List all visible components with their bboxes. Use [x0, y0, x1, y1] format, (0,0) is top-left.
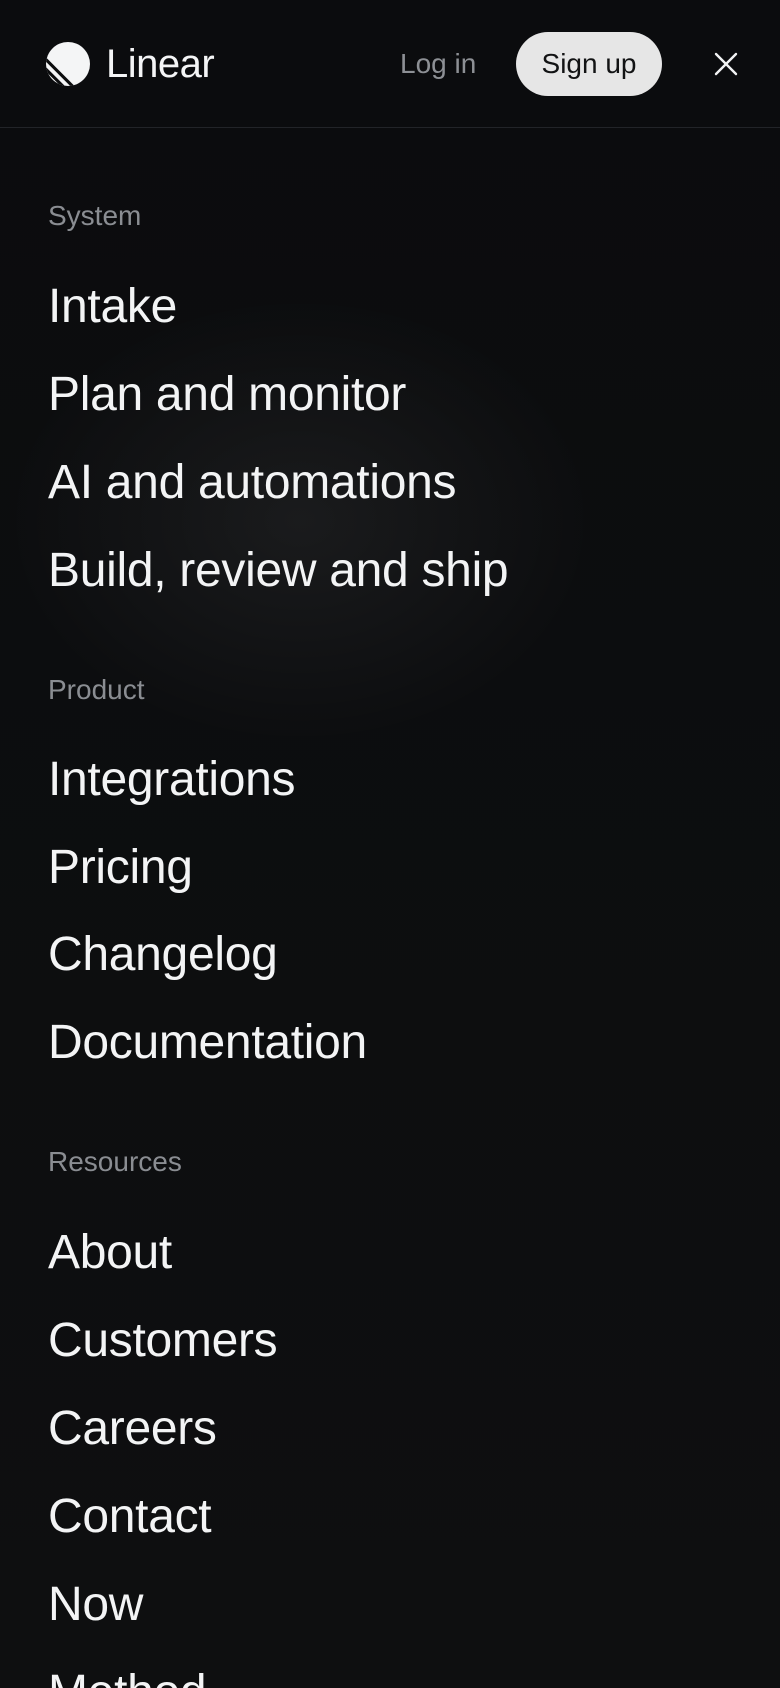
- nav-link-customers[interactable]: Customers: [48, 1312, 278, 1370]
- nav-link-integrations[interactable]: Integrations: [48, 751, 296, 809]
- logo-text: Linear: [106, 41, 215, 86]
- section-title-system: System: [48, 200, 142, 231]
- nav-link-about[interactable]: About: [48, 1224, 172, 1282]
- nav-link-method[interactable]: Method: [48, 1664, 207, 1688]
- close-icon[interactable]: [710, 48, 742, 80]
- nav-link-plan-and-monitor[interactable]: Plan and monitor: [48, 366, 406, 424]
- nav-link-now[interactable]: Now: [48, 1576, 143, 1634]
- nav-link-pricing[interactable]: Pricing: [48, 839, 193, 897]
- nav-link-ai-and-automations[interactable]: AI and automations: [48, 454, 457, 512]
- nav-link-intake[interactable]: Intake: [48, 278, 177, 336]
- login-link[interactable]: Log in: [400, 44, 476, 84]
- section-title-resources: Resources: [48, 1146, 182, 1177]
- nav-link-build-review-ship[interactable]: Build, review and ship: [48, 542, 509, 600]
- nav-link-documentation[interactable]: Documentation: [48, 1014, 367, 1072]
- mobile-menu-page: Linear Log in Sign up System Intake Plan…: [0, 0, 780, 1688]
- section-title-product: Product: [48, 674, 145, 705]
- nav-link-changelog[interactable]: Changelog: [48, 926, 278, 984]
- linear-logo-icon: [46, 42, 90, 86]
- home-logo-link[interactable]: Linear: [46, 40, 215, 88]
- nav-link-contact[interactable]: Contact: [48, 1488, 212, 1546]
- signup-button[interactable]: Sign up: [516, 32, 662, 96]
- top-bar: Linear Log in Sign up: [0, 0, 780, 128]
- nav-link-careers[interactable]: Careers: [48, 1400, 217, 1458]
